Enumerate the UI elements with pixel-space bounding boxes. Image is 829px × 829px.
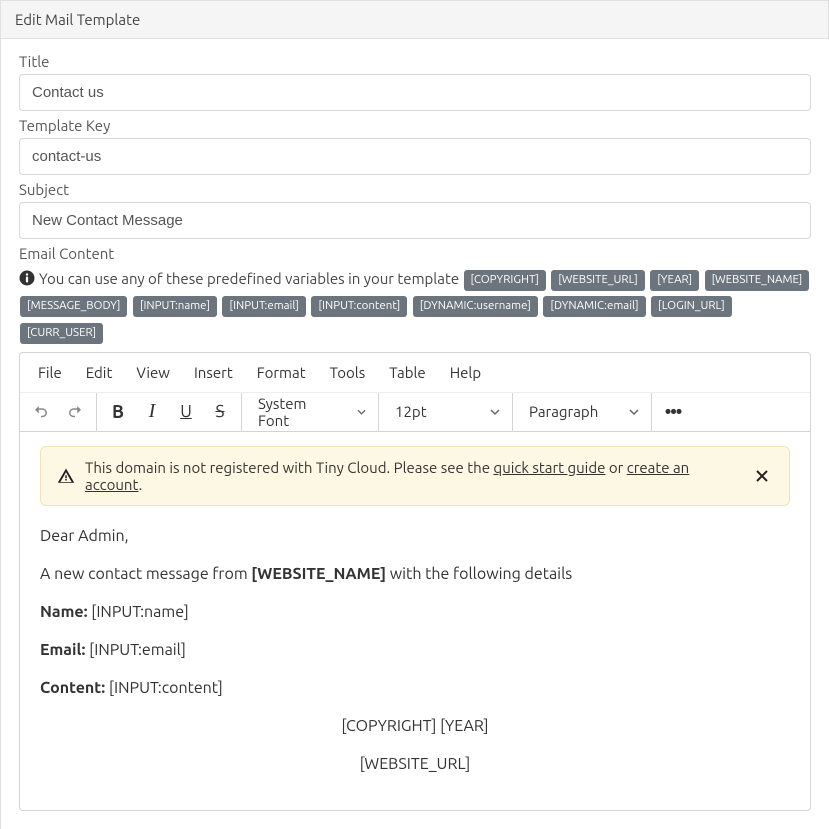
redo-button[interactable] bbox=[58, 393, 92, 431]
chevron-down-icon bbox=[490, 407, 500, 417]
greeting-line: Dear Admin, bbox=[40, 524, 790, 548]
name-line: Name: [INPUT:name] bbox=[40, 600, 790, 624]
notice-close-button[interactable] bbox=[751, 465, 773, 487]
undo-icon bbox=[32, 403, 50, 421]
notice-text: This domain is not registered with Tiny … bbox=[85, 459, 741, 493]
variables-hint-text: You can use any of these predefined vari… bbox=[39, 270, 459, 287]
field-template-key: Template Key bbox=[19, 117, 811, 175]
variable-badge: [MESSAGE_BODY] bbox=[20, 296, 127, 317]
menu-help[interactable]: Help bbox=[438, 357, 493, 388]
chevron-down-icon bbox=[629, 407, 639, 417]
rich-editor: File Edit View Insert Format Tools Table… bbox=[19, 352, 811, 811]
menu-edit[interactable]: Edit bbox=[74, 357, 125, 388]
font-size-select[interactable]: 12pt bbox=[383, 393, 508, 431]
more-group: ••• bbox=[652, 393, 694, 431]
intro-line: A new contact message from [WEBSITE_NAME… bbox=[40, 562, 790, 586]
menu-view[interactable]: View bbox=[124, 357, 182, 388]
variable-badge: [YEAR] bbox=[650, 270, 699, 291]
variable-badge: [WEBSITE_NAME] bbox=[705, 270, 810, 291]
menu-format[interactable]: Format bbox=[245, 357, 318, 388]
undo-button[interactable] bbox=[24, 393, 58, 431]
page-header: Edit Mail Template bbox=[0, 0, 829, 39]
warning-icon bbox=[57, 467, 75, 485]
font-size-value: 12pt bbox=[395, 403, 427, 420]
variable-badge: [COPYRIGHT] bbox=[464, 270, 546, 291]
content-label: Email Content bbox=[19, 245, 811, 262]
editor-menubar: File Edit View Insert Format Tools Table… bbox=[20, 353, 810, 393]
font-size-group: 12pt bbox=[379, 393, 513, 431]
page-title: Edit Mail Template bbox=[15, 11, 140, 28]
editor-toolbar: B I U S System Font 12pt bbox=[20, 393, 810, 432]
tiny-notice: This domain is not registered with Tiny … bbox=[40, 446, 790, 506]
content-line: Content: [INPUT:content] bbox=[40, 676, 790, 700]
variable-badge: [INPUT:name] bbox=[133, 296, 217, 317]
title-label: Title bbox=[19, 53, 811, 70]
key-input[interactable] bbox=[19, 138, 811, 175]
notice-suffix: . bbox=[139, 476, 143, 493]
variable-badge: [LOGIN_URL] bbox=[651, 296, 732, 317]
menu-file[interactable]: File bbox=[26, 357, 74, 388]
chevron-down-icon bbox=[357, 407, 366, 417]
variable-badge: [DYNAMIC:email] bbox=[543, 296, 645, 317]
footer-copyright: [COPYRIGHT] [YEAR] bbox=[40, 714, 790, 738]
strike-button[interactable]: S bbox=[203, 393, 237, 431]
email-line: Email: [INPUT:email] bbox=[40, 638, 790, 662]
format-group: B I U S bbox=[97, 393, 242, 431]
font-family-value: System Font bbox=[258, 395, 333, 429]
font-family-select[interactable]: System Font bbox=[246, 393, 374, 431]
redo-icon bbox=[66, 403, 84, 421]
bold-button[interactable]: B bbox=[101, 393, 135, 431]
menu-table[interactable]: Table bbox=[377, 357, 437, 388]
menu-tools[interactable]: Tools bbox=[318, 357, 378, 388]
notice-middle: or bbox=[605, 459, 626, 476]
notice-prefix: This domain is not registered with Tiny … bbox=[85, 459, 493, 476]
field-title: Title bbox=[19, 53, 811, 111]
title-input[interactable] bbox=[19, 74, 811, 111]
variable-badge: [CURR_USER] bbox=[20, 323, 103, 344]
variable-badge: [DYNAMIC:username] bbox=[413, 296, 538, 317]
field-subject: Subject bbox=[19, 181, 811, 239]
underline-button[interactable]: U bbox=[169, 393, 203, 431]
subject-input[interactable] bbox=[19, 202, 811, 239]
close-icon bbox=[755, 469, 769, 483]
quick-start-link[interactable]: quick start guide bbox=[493, 459, 605, 476]
footer-url: [WEBSITE_URL] bbox=[40, 752, 790, 776]
field-email-content: Email Content You can use any of these p… bbox=[19, 245, 811, 811]
block-format-group: Paragraph bbox=[513, 393, 652, 431]
info-icon bbox=[19, 270, 35, 286]
menu-insert[interactable]: Insert bbox=[182, 357, 245, 388]
history-group bbox=[20, 393, 97, 431]
variable-badge: [WEBSITE_URL] bbox=[551, 270, 645, 291]
italic-button[interactable]: I bbox=[135, 393, 169, 431]
variable-badge: [INPUT:content] bbox=[311, 296, 407, 317]
subject-label: Subject bbox=[19, 181, 811, 198]
editor-body: This domain is not registered with Tiny … bbox=[20, 432, 810, 810]
block-format-select[interactable]: Paragraph bbox=[517, 393, 647, 431]
form-content: Title Template Key Subject Email Content… bbox=[0, 39, 829, 829]
more-button[interactable]: ••• bbox=[656, 393, 690, 431]
editor-content[interactable]: Dear Admin, A new contact message from [… bbox=[40, 524, 790, 776]
block-format-value: Paragraph bbox=[529, 403, 598, 420]
variable-badge: [INPUT:email] bbox=[222, 296, 306, 317]
key-label: Template Key bbox=[19, 117, 811, 134]
font-family-group: System Font bbox=[242, 393, 379, 431]
variables-hint: You can use any of these predefined vari… bbox=[19, 266, 811, 346]
